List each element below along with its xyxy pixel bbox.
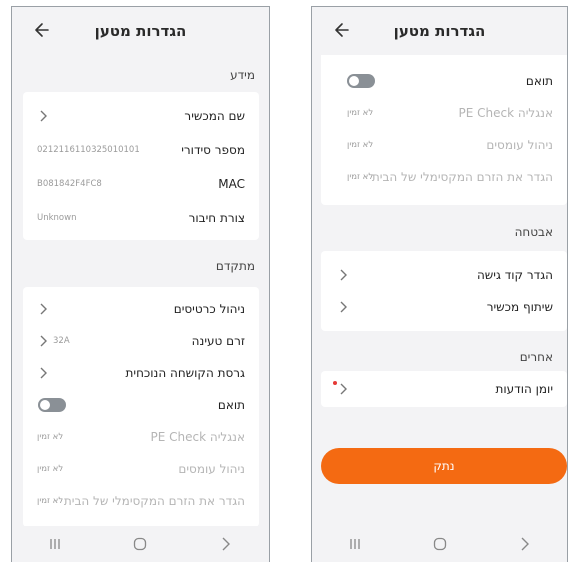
nav-back-icon[interactable] — [206, 532, 246, 556]
row-label: אנגליה PE Check — [150, 430, 245, 444]
toggle-knob — [40, 400, 50, 410]
section-label-advanced: מתקדם — [215, 259, 255, 273]
advanced-card-continued: תואם אנגליה PE Check לא זמין ניהול עומסי… — [321, 45, 567, 205]
chevron-right-icon — [40, 367, 47, 379]
row-label: הגדר את הזרם המקסימלי של הבית — [371, 170, 553, 184]
row-message-log[interactable]: יומן הודעות — [321, 373, 567, 405]
row-label: שם המכשיר — [184, 109, 245, 123]
chevron-right-icon — [40, 303, 47, 315]
row-value: לא זמין — [37, 464, 64, 474]
system-navbar — [312, 526, 567, 562]
chevron-right-icon — [340, 301, 347, 313]
compatible-toggle[interactable] — [347, 74, 375, 88]
section-label-info: מידע — [230, 68, 255, 82]
row-value: לא זמין — [347, 140, 374, 150]
chevron-right-icon — [40, 335, 47, 347]
recent-apps-icon[interactable] — [35, 532, 75, 556]
chevron-right-icon — [340, 383, 347, 395]
row-max-home-current: הגדר את הזרם המקסימלי של הבית לא זמין — [23, 485, 259, 517]
recent-apps-icon[interactable] — [335, 532, 375, 556]
row-label: ניהול כרטיסים — [173, 302, 245, 316]
row-serial: מספר סידורי 0212116110325010101 — [23, 134, 259, 166]
row-load-management: ניהול עומסים לא זמין — [321, 129, 567, 161]
chevron-right-icon — [40, 110, 47, 122]
row-label: ניהול עומסים — [486, 138, 553, 152]
row-label: הגדר את הזרם המקסימלי של הבית — [63, 494, 245, 508]
system-navbar — [12, 526, 269, 562]
row-share-device[interactable]: שיתוף מכשיר — [321, 291, 567, 323]
row-label: שיתוף מכשיר — [486, 300, 553, 314]
row-label: תואם — [217, 398, 245, 412]
page-title: הגדרות מטען — [393, 22, 486, 40]
info-card: שם המכשיר מספר סידורי 021211611032501010… — [23, 92, 259, 240]
row-label: מספר סידורי — [181, 143, 245, 157]
row-compatible: תואם — [23, 389, 259, 421]
row-pe-check: אנגליה PE Check לא זמין — [321, 97, 567, 129]
row-pe-check: אנגליה PE Check לא זמין — [23, 421, 259, 453]
row-value: לא זמין — [347, 172, 374, 182]
header: הגדרות מטען — [12, 7, 269, 55]
row-label: ניהול עומסים — [178, 462, 245, 476]
row-value: לא זמין — [37, 432, 64, 442]
row-label: הגדר קוד גישה — [476, 268, 553, 282]
row-value: לא זמין — [37, 496, 64, 506]
chevron-right-icon — [340, 269, 347, 281]
row-value: 0212116110325010101 — [37, 145, 140, 155]
left-phone-screen: הגדרות מטען מידע שם המכשיר מספר סידורי 0… — [11, 6, 270, 562]
row-label: יומן הודעות — [495, 382, 553, 396]
row-set-access-code[interactable]: הגדר קוד גישה — [321, 259, 567, 291]
row-label: MAC — [218, 177, 245, 191]
page-title: הגדרות מטען — [94, 22, 187, 40]
back-arrow-icon[interactable] — [334, 20, 350, 40]
section-label-others: אחרים — [519, 350, 553, 364]
security-card: הגדר קוד גישה שיתוף מכשיר — [321, 251, 567, 331]
row-firmware-version[interactable]: גרסת הקושחה הנוכחית — [23, 357, 259, 389]
others-card: יומן הודעות — [321, 371, 567, 407]
row-device-name[interactable]: שם המכשיר — [23, 100, 259, 132]
notification-dot — [333, 381, 337, 385]
row-label: תואם — [525, 74, 553, 88]
right-phone-screen: הגדרות מטען תואם אנגליה PE Check לא זמין… — [311, 6, 568, 562]
home-icon[interactable] — [120, 532, 160, 556]
toggle-knob — [349, 76, 359, 86]
row-value: 32A — [53, 336, 70, 346]
disconnect-button[interactable]: נתק — [321, 448, 567, 484]
row-charging-current[interactable]: זרם טעינה 32A — [23, 325, 259, 357]
row-value: לא זמין — [347, 108, 374, 118]
header: הגדרות מטען — [312, 7, 567, 55]
row-label: זרם טעינה — [191, 334, 245, 348]
row-max-home-current: הגדר את הזרם המקסימלי של הבית לא זמין — [321, 161, 567, 193]
row-connection-type: צורת חיבור Unknown — [23, 202, 259, 234]
row-card-management[interactable]: ניהול כרטיסים — [23, 293, 259, 325]
home-icon[interactable] — [420, 532, 460, 556]
compatible-toggle[interactable] — [38, 398, 66, 412]
section-label-security: אבטחה — [514, 225, 553, 239]
row-mac: MAC B081842F4FC8 — [23, 168, 259, 200]
row-label: אנגליה PE Check — [458, 106, 553, 120]
advanced-card: ניהול כרטיסים זרם טעינה 32A גרסת הקושחה … — [23, 287, 259, 527]
disconnect-button-label: נתק — [433, 459, 455, 473]
row-label: צורת חיבור — [188, 211, 245, 225]
row-value: B081842F4FC8 — [37, 179, 102, 189]
nav-back-icon[interactable] — [505, 532, 545, 556]
back-arrow-icon[interactable] — [34, 20, 50, 40]
row-value: Unknown — [37, 213, 77, 223]
row-label: גרסת הקושחה הנוכחית — [125, 366, 246, 380]
row-load-management: ניהול עומסים לא זמין — [23, 453, 259, 485]
row-compatible: תואם — [321, 65, 567, 97]
